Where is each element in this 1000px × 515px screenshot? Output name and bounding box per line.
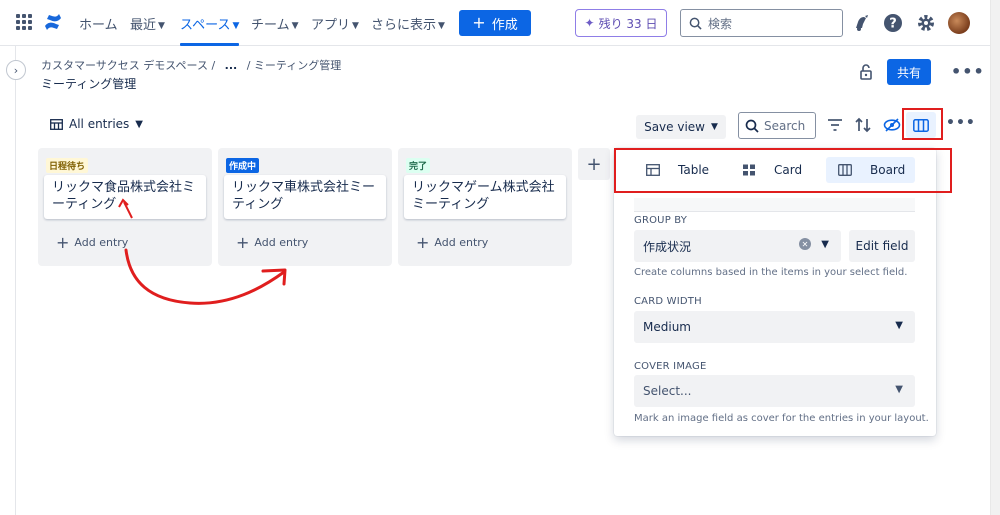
plus-icon: + [236, 233, 250, 252]
column-status-label: 作成中 [226, 158, 260, 173]
add-entry-button[interactable]: + Add entry [416, 233, 489, 252]
chevron-down-icon: ▼ [158, 21, 165, 31]
nav-more[interactable]: さらに表示 ▼ [371, 14, 445, 33]
entries-search-input[interactable]: Search [738, 112, 816, 139]
board-column: 日程待ち リックマ食品株式会社ミーティング + Add entry [38, 148, 212, 266]
board-column: 作成中 リックマ車株式会社ミーティング + Add entry [218, 148, 392, 266]
unlock-icon[interactable] [858, 63, 876, 81]
group-by-value: 作成状況 [643, 239, 692, 254]
breadcrumb-ellipsis[interactable]: ... [225, 59, 238, 72]
chevron-down-icon: ▼ [895, 320, 903, 331]
chevron-down-icon: ▼ [135, 118, 143, 130]
add-entry-button[interactable]: + Add entry [56, 233, 129, 252]
cover-image-select[interactable]: Select... ▼ [634, 375, 915, 407]
chevron-right-icon: › [13, 63, 19, 77]
app-switcher-icon[interactable] [16, 14, 32, 30]
confluence-logo-icon[interactable] [43, 12, 63, 32]
page-title: ミーティング管理 [41, 77, 137, 91]
search-placeholder: Search [764, 118, 806, 133]
chevron-down-icon: ▼ [710, 122, 718, 132]
search-placeholder: 検索 [708, 16, 733, 31]
view-label: All entries [69, 117, 130, 131]
create-button[interactable]: + 作成 [459, 10, 531, 36]
entry-card[interactable]: リックマ車株式会社ミーティング [224, 175, 386, 219]
group-by-select[interactable]: 作成状況 ✕ ▼ [634, 230, 841, 262]
add-entry-label: Add entry [254, 236, 309, 249]
sparkle-icon: ✦ [584, 16, 595, 30]
create-label: 作成 [491, 17, 518, 33]
table-icon [50, 118, 63, 130]
nav-recent-label: 最近 [130, 18, 157, 33]
column-status-label: 日程待ち [46, 158, 89, 173]
chevron-down-icon: ▼ [438, 21, 445, 31]
nav-recent[interactable]: 最近 ▼ [130, 14, 165, 33]
chevron-down-icon: ▼ [895, 384, 903, 395]
view-selector[interactable]: All entries ▼ [50, 117, 143, 131]
nav-spaces[interactable]: スペース ▼ [180, 14, 240, 46]
search-icon [689, 17, 702, 30]
breadcrumb-separator: / [211, 59, 219, 72]
breadcrumb-space[interactable]: カスタマーサクセス デモスペース [41, 59, 208, 72]
breadcrumb-page[interactable]: ミーティング管理 [254, 59, 341, 72]
hide-fields-icon[interactable] [883, 116, 901, 134]
nav-spaces-label: スペース [180, 18, 231, 33]
svg-text:?: ? [889, 17, 897, 32]
add-column-button[interactable]: + [578, 148, 610, 180]
settings-gear-icon[interactable] [915, 12, 937, 34]
trial-label: 残り 33 日 [598, 16, 658, 31]
help-icon[interactable]: ? [882, 12, 904, 34]
sidebar-rail [0, 46, 16, 515]
clear-icon[interactable]: ✕ [799, 238, 811, 250]
card-width-label: CARD WIDTH [634, 296, 702, 307]
edit-field-button[interactable]: Edit field [849, 230, 915, 262]
filter-icon[interactable] [826, 116, 844, 134]
cover-image-help: Mark an image field as cover for the ent… [634, 413, 929, 424]
nav-apps[interactable]: アプリ ▼ [311, 14, 359, 33]
annotation-highlight-box [902, 108, 943, 140]
plus-icon: + [56, 233, 70, 252]
card-width-select[interactable]: Medium ▼ [634, 311, 915, 343]
cover-image-placeholder: Select... [643, 384, 692, 398]
user-avatar[interactable] [948, 12, 970, 34]
group-by-help: Create columns based in the items in you… [634, 267, 908, 278]
board-column: 完了 リックマゲーム株式会社ミーティング + Add entry [398, 148, 572, 266]
annotation-highlight-box [614, 148, 952, 193]
add-entry-label: Add entry [74, 236, 129, 249]
global-search-input[interactable]: 検索 [680, 9, 843, 37]
plus-icon: + [472, 13, 486, 32]
breadcrumb: カスタマーサクセス デモスペース / ... / ミーティング管理 [41, 57, 341, 73]
entry-card[interactable]: リックマゲーム株式会社ミーティング [404, 175, 566, 219]
toolbar-more-icon[interactable]: ••• [946, 115, 976, 131]
entry-card[interactable]: リックマ食品株式会社ミーティング [44, 175, 206, 219]
chevron-down-icon: ▼ [821, 239, 829, 250]
chevron-down-icon: ▼ [232, 21, 240, 31]
sort-icon[interactable] [854, 116, 872, 134]
share-button[interactable]: 共有 [887, 59, 931, 85]
plus-icon: + [416, 233, 430, 252]
nav-more-label: さらに表示 [371, 18, 437, 33]
more-actions-icon[interactable]: ••• [951, 62, 985, 81]
add-entry-button[interactable]: + Add entry [236, 233, 309, 252]
top-navigation: ホーム 最近 ▼ スペース ▼ チーム ▼ アプリ ▼ さらに表示 ▼ + 作成 ✦ 残り… [0, 0, 990, 46]
save-view-button[interactable]: Save view ▼ [636, 115, 726, 139]
card-width-value: Medium [643, 320, 691, 334]
panel-divider [634, 198, 915, 212]
group-by-label: GROUP BY [634, 215, 688, 226]
trial-button[interactable]: ✦ 残り 33 日 [575, 9, 667, 37]
page-scrollbar[interactable] [990, 0, 1000, 515]
cover-image-label: COVER IMAGE [634, 361, 707, 372]
nav-home[interactable]: ホーム [79, 14, 118, 33]
chevron-down-icon: ▼ [291, 21, 299, 31]
column-status-label: 完了 [406, 158, 431, 173]
chevron-down-icon: ▼ [352, 21, 359, 31]
nav-apps-label: アプリ [311, 18, 351, 33]
nav-teams-label: チーム [251, 18, 290, 33]
notifications-icon[interactable] [851, 12, 873, 34]
add-entry-label: Add entry [434, 236, 489, 249]
nav-teams[interactable]: チーム ▼ [251, 14, 299, 33]
search-icon [745, 119, 759, 133]
save-view-label: Save view [644, 120, 705, 134]
breadcrumb-separator: / [246, 59, 254, 72]
expand-sidebar-button[interactable]: › [6, 60, 26, 80]
